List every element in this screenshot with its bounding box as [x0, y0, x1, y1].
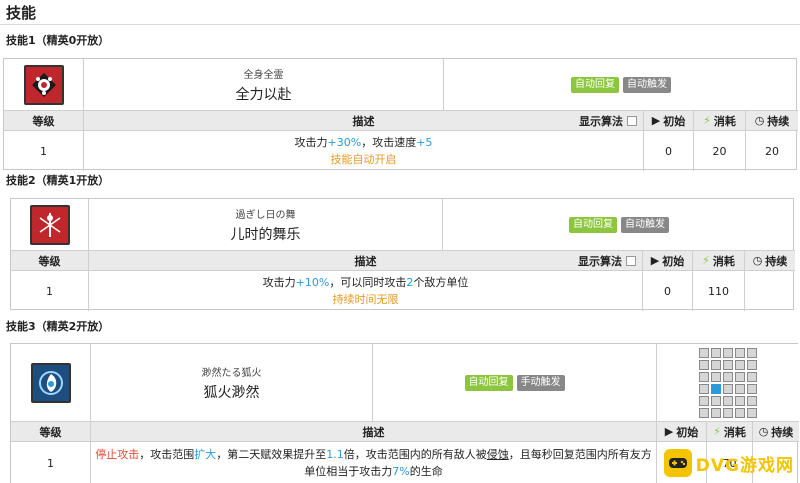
- desc-header: 描述 显示算法: [89, 251, 643, 271]
- skill-2-name-jp: 過ぎし日の舞: [235, 209, 296, 221]
- skill-1-name-cn: 全力以赴: [235, 86, 292, 103]
- lightning-icon: ⚡: [703, 114, 711, 127]
- attack-range-cell: [657, 344, 799, 422]
- skill-1-icon-cell: [4, 59, 84, 111]
- page-title: 技能: [6, 4, 37, 22]
- dancer-icon: [29, 204, 70, 245]
- duration-header: ◷ 持续: [753, 422, 799, 442]
- skill-3-name-cn: 狐火渺然: [203, 384, 260, 401]
- gamepad-icon: [663, 449, 692, 477]
- show-formula-checkbox[interactable]: [626, 255, 636, 266]
- fire-sigil-icon: [23, 64, 64, 105]
- fox-fire-icon: [30, 362, 71, 403]
- skill-1-tags-cell: 自动回复 自动触发: [444, 59, 798, 111]
- show-formula-toggle[interactable]: 显示算法: [579, 113, 637, 129]
- show-formula-toggle[interactable]: 显示算法: [578, 253, 636, 269]
- auto-recovery-tag: 自动回复: [464, 374, 513, 391]
- skill-1-level: 1: [4, 131, 84, 171]
- skill-1-duration: 20: [765, 144, 779, 158]
- cost-header: ⚡ 消耗: [693, 251, 745, 271]
- play-icon: ▶: [650, 254, 660, 267]
- skill-2-name-cell: 過ぎし日の舞 儿时的舞乐: [89, 199, 443, 251]
- skill-2-duration: [745, 271, 795, 311]
- skill-1-name-jp: 全身全霊: [243, 69, 284, 81]
- skill-2-desc: 攻击力+10%，可以同时攻击2个敌方单位 持续时间无限: [89, 271, 643, 311]
- desc-header-label: 描述: [354, 254, 377, 268]
- skill-3-icon-cell: [11, 344, 91, 422]
- level-header: 等级: [11, 251, 89, 271]
- clock-icon: ◷: [754, 114, 765, 127]
- skill-2-name-cn: 儿时的舞乐: [230, 226, 301, 243]
- desc-header-label: 描述: [352, 114, 375, 128]
- skill-3-name-cell: 渺然たる狐火 狐火渺然: [91, 344, 373, 422]
- cost-header: ⚡ 消耗: [707, 422, 753, 442]
- skill-3-name-jp: 渺然たる狐火: [201, 367, 262, 379]
- desc-header: 描述 显示算法: [84, 111, 644, 131]
- skill-1-desc-line2: 技能自动开启: [330, 153, 397, 166]
- desc-header: 描述: [91, 422, 657, 442]
- skill-1-cost: 20: [694, 131, 746, 171]
- skill-3-heading: 技能3（精英2开放）: [6, 320, 110, 333]
- skill-1-heading: 技能1（精英0开放）: [6, 34, 110, 47]
- lightning-icon: ⚡: [702, 254, 710, 267]
- show-formula-label: 显示算法: [578, 254, 622, 268]
- skill-3-desc-line2: 单位相当于攻击力7%的生命: [304, 465, 443, 478]
- duration-header: ◷ 持续: [746, 111, 798, 131]
- level-header: 等级: [4, 111, 84, 131]
- skill-2-cost: 110: [693, 271, 745, 311]
- skill-2-initial: 0: [643, 271, 693, 311]
- skill-1-table: 全身全霊 全力以赴 自动回复 自动触发 等级 描述 显示算法 ▶ 初始 ⚡ 消耗 ◷…: [3, 58, 798, 171]
- initial-header: ▶ 初始: [644, 111, 694, 131]
- play-icon: ▶: [651, 114, 661, 127]
- skill-2-level: 1: [11, 271, 89, 311]
- show-formula-label: 显示算法: [579, 114, 623, 128]
- skill-1-name-cell: 全身全霊 全力以赴: [84, 59, 444, 111]
- initial-header: ▶ 初始: [657, 422, 707, 442]
- skill-1-desc-line1: 攻击力+30%，攻击速度+5: [294, 136, 433, 149]
- initial-header: ▶ 初始: [643, 251, 693, 271]
- attack-range-grid: [699, 347, 757, 418]
- skill-3-desc-line1: 停止攻击，攻击范围扩大，第二天赋效果提升至1.1倍，攻击范围内的所有敌人被侵蚀，…: [95, 448, 652, 461]
- watermark-text: DVG游戏网: [695, 455, 794, 476]
- skill-2-tags-cell: 自动回复 自动触发: [443, 199, 795, 251]
- skill-2-table: 過ぎし日の舞 儿时的舞乐 自动回复 自动触发 等级 描述 显示算法 ▶ 初始 ⚡ 消…: [10, 198, 795, 311]
- auto-recovery-tag: 自动回复: [569, 216, 617, 233]
- show-formula-checkbox[interactable]: [627, 115, 637, 126]
- skill-3-tags-cell: 自动回复 手动触发: [373, 344, 657, 422]
- manual-trigger-tag: 手动触发: [516, 374, 565, 391]
- lightning-icon: ⚡: [713, 425, 721, 438]
- title-divider: [0, 24, 800, 25]
- skill-2-desc-line2: 持续时间无限: [332, 293, 399, 306]
- play-icon: ▶: [664, 425, 674, 438]
- level-header: 等级: [11, 422, 91, 442]
- skill-2-desc-line1: 攻击力+10%，可以同时攻击2个敌方单位: [262, 276, 469, 289]
- skill-2-icon-cell: [11, 199, 89, 251]
- site-watermark: DVG游戏网: [663, 449, 794, 477]
- skill-3-level: 1: [11, 442, 91, 483]
- cost-header: ⚡ 消耗: [694, 111, 746, 131]
- operator-position-tile: [711, 383, 721, 394]
- auto-recovery-tag: 自动回复: [571, 76, 619, 93]
- auto-trigger-tag: 自动触发: [621, 216, 669, 233]
- clock-icon: ◷: [758, 425, 769, 438]
- skill-1-initial: 0: [644, 131, 694, 171]
- auto-trigger-tag: 自动触发: [623, 76, 671, 93]
- skill-1-desc: 攻击力+30%，攻击速度+5 技能自动开启: [84, 131, 644, 171]
- clock-icon: ◷: [752, 254, 763, 267]
- skill-3-desc: 停止攻击，攻击范围扩大，第二天赋效果提升至1.1倍，攻击范围内的所有敌人被侵蚀，…: [91, 442, 657, 483]
- duration-header: ◷ 持续: [745, 251, 795, 271]
- skill-2-heading: 技能2（精英1开放）: [6, 174, 110, 187]
